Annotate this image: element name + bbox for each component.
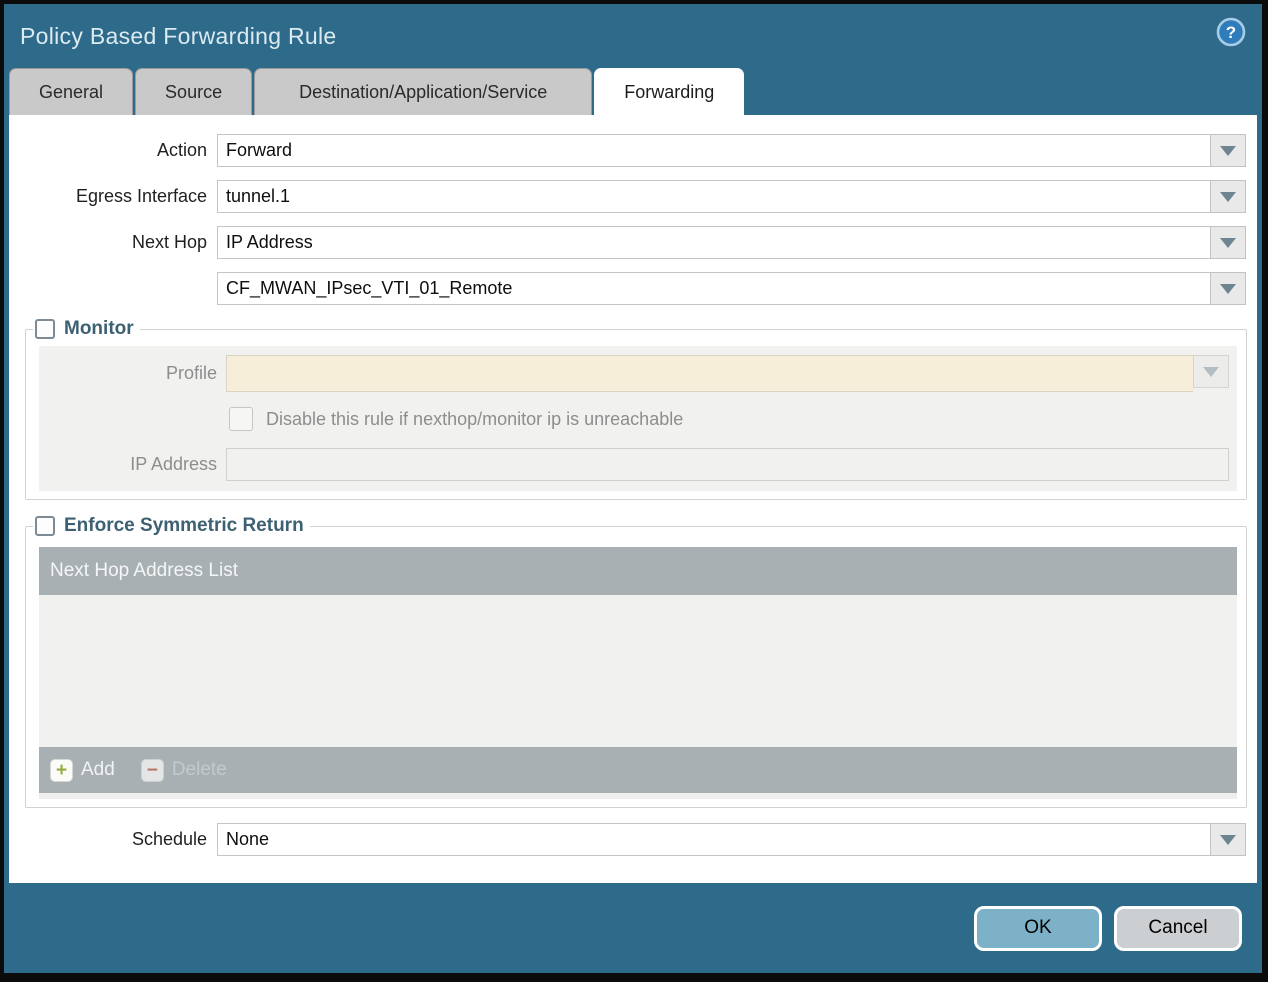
monitor-ip-address-row: IP Address: [39, 448, 1233, 481]
add-button[interactable]: + Add: [50, 758, 115, 782]
egress-interface-row: Egress Interface: [9, 180, 1257, 213]
symmetric-return-checkbox[interactable]: [35, 516, 55, 536]
next-hop-address-table-footer: + Add − Delete: [39, 747, 1237, 793]
action-row: Action: [9, 134, 1257, 167]
tab-forwarding[interactable]: Forwarding: [594, 68, 745, 115]
disable-rule-checkbox: [229, 407, 253, 431]
profile-row: Profile: [39, 355, 1233, 392]
tab-destination-application-service[interactable]: Destination/Application/Service: [254, 68, 593, 115]
delete-button: − Delete: [140, 758, 227, 782]
monitor-fieldset: Monitor Profile Disable this rule if nex…: [25, 318, 1247, 500]
add-button-label: Add: [81, 759, 115, 780]
help-icon: ?: [1216, 17, 1246, 50]
monitor-ip-address-input: [226, 448, 1229, 481]
monitor-legend: Monitor: [33, 318, 140, 340]
chevron-down-icon: [1220, 145, 1236, 156]
monitor-section-panel: Profile Disable this rule if nexthop/mon…: [39, 346, 1237, 491]
monitor-legend-label: Monitor: [64, 318, 134, 339]
dialog-title-bar: Policy Based Forwarding Rule ?: [4, 4, 1262, 68]
egress-interface-input[interactable]: [217, 180, 1210, 213]
chevron-down-icon: [1220, 237, 1236, 248]
action-dropdown-button[interactable]: [1210, 134, 1246, 167]
disable-rule-row: Disable this rule if nexthop/monitor ip …: [229, 407, 1233, 431]
schedule-label: Schedule: [131, 829, 207, 849]
monitor-ip-address-label: IP Address: [130, 454, 217, 474]
minus-icon: −: [140, 758, 164, 782]
chevron-down-icon: [1203, 366, 1219, 377]
egress-interface-dropdown-button[interactable]: [1210, 180, 1246, 213]
symmetric-return-legend: Enforce Symmetric Return: [33, 515, 310, 537]
chevron-down-icon: [1220, 191, 1236, 202]
schedule-row: Schedule: [9, 823, 1257, 856]
forwarding-tab-panel: Action Egress Interface Next Hop: [9, 115, 1257, 883]
next-hop-type-input[interactable]: [217, 226, 1210, 259]
next-hop-address-dropdown-button[interactable]: [1210, 272, 1246, 305]
action-label: Action: [156, 140, 207, 160]
symmetric-return-legend-label: Enforce Symmetric Return: [64, 515, 304, 536]
dialog-title: Policy Based Forwarding Rule: [20, 22, 337, 49]
tab-source[interactable]: Source: [135, 68, 253, 115]
next-hop-address-input[interactable]: [217, 272, 1210, 305]
ok-button[interactable]: OK: [974, 905, 1102, 951]
dialog-footer: OK Cancel: [4, 883, 1262, 973]
next-hop-row: Next Hop: [9, 226, 1257, 259]
next-hop-type-dropdown-button[interactable]: [1210, 226, 1246, 259]
profile-input: [226, 355, 1193, 392]
tab-bar: General Source Destination/Application/S…: [4, 68, 1262, 115]
action-input[interactable]: [217, 134, 1210, 167]
table-bottom-strip: [39, 793, 1237, 799]
next-hop-address-row: [9, 272, 1257, 305]
profile-dropdown-button: [1193, 355, 1229, 388]
next-hop-address-table-body[interactable]: [39, 595, 1237, 747]
plus-icon: +: [50, 758, 73, 782]
symmetric-return-fieldset: Enforce Symmetric Return Next Hop Addres…: [25, 515, 1247, 808]
schedule-input[interactable]: [217, 823, 1210, 856]
chevron-down-icon: [1220, 283, 1236, 294]
help-button[interactable]: ?: [1216, 17, 1246, 47]
disable-rule-label: Disable this rule if nexthop/monitor ip …: [266, 408, 684, 429]
next-hop-address-table-header: Next Hop Address List: [39, 547, 1237, 595]
delete-button-label: Delete: [171, 759, 227, 780]
profile-label: Profile: [165, 363, 217, 383]
cancel-button[interactable]: Cancel: [1114, 905, 1242, 951]
tab-general[interactable]: General: [9, 68, 134, 115]
policy-based-forwarding-dialog: Policy Based Forwarding Rule ? General S…: [0, 0, 1268, 982]
chevron-down-icon: [1220, 834, 1236, 845]
schedule-dropdown-button[interactable]: [1210, 823, 1246, 856]
svg-text:?: ?: [1226, 23, 1236, 42]
next-hop-label: Next Hop: [131, 232, 207, 252]
next-hop-address-table: Next Hop Address List + Add − Delete: [39, 547, 1237, 793]
monitor-checkbox[interactable]: [35, 319, 55, 339]
egress-interface-label: Egress Interface: [75, 186, 207, 206]
